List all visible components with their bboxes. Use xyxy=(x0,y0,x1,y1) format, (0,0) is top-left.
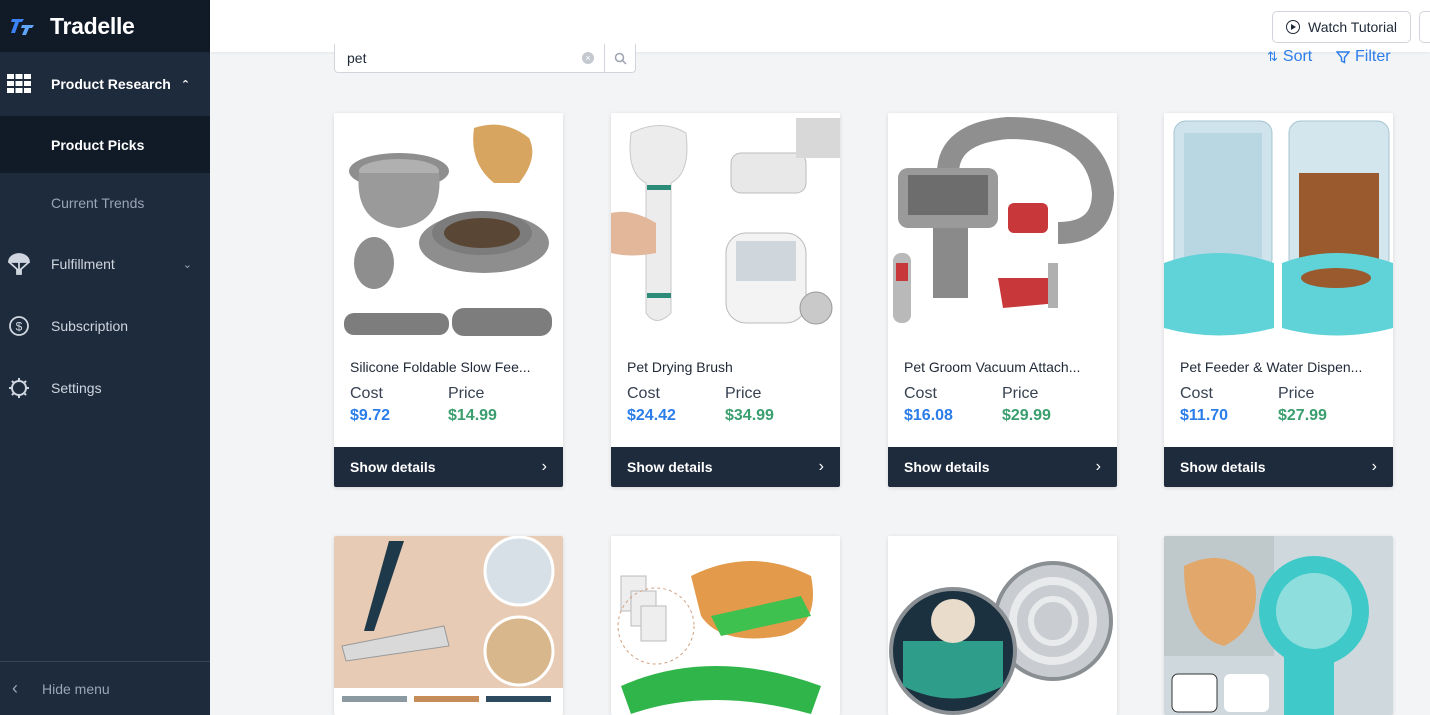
show-details-label: Show details xyxy=(904,459,990,475)
sort-button[interactable]: ⇅ Sort xyxy=(1267,48,1312,66)
nav-subscription-label: Subscription xyxy=(51,318,129,334)
price-label: Price xyxy=(1002,385,1039,402)
treat-wheel-image[interactable] xyxy=(1164,536,1393,715)
price-value: $34.99 xyxy=(725,407,774,424)
nav-settings[interactable]: Settings xyxy=(0,357,210,419)
show-details-button[interactable]: Show details › xyxy=(334,447,563,487)
sidebar: Tradelle Product Research ⌃ Product Pick… xyxy=(0,0,210,715)
product-card: Pet Groom Vacuum Attach... Cost $16.08 Pr… xyxy=(888,113,1117,487)
nav-settings-label: Settings xyxy=(51,380,102,396)
product-card: Pet Drying Brush Cost $24.42 Price $34.99 … xyxy=(611,113,840,487)
show-details-button[interactable]: Show details › xyxy=(611,447,840,487)
price-value: $14.99 xyxy=(448,407,497,424)
show-details-button[interactable]: Show details › xyxy=(888,447,1117,487)
tradelle-logo-icon xyxy=(11,19,34,35)
product-card: Silicone Foldable Slow Fee... Cost $9.72 … xyxy=(334,113,563,487)
grid-icon xyxy=(6,71,32,97)
show-details-label: Show details xyxy=(1180,459,1266,475)
flea-collar-image[interactable] xyxy=(888,536,1117,715)
nav-current-trends[interactable]: Current Trends xyxy=(0,173,210,233)
search-button[interactable] xyxy=(604,44,635,72)
product-title: Pet Drying Brush xyxy=(627,359,733,375)
price-label: Price xyxy=(448,385,485,402)
price-value: $29.99 xyxy=(1002,407,1051,424)
product-image[interactable] xyxy=(611,113,840,345)
hide-menu-button[interactable]: ‹ Hide menu xyxy=(0,661,210,715)
nav-fulfillment-label: Fulfillment xyxy=(51,256,115,272)
product-title: Pet Feeder & Water Dispen... xyxy=(1180,359,1363,375)
dollar-cycle-icon: $ xyxy=(6,313,32,339)
show-details-label: Show details xyxy=(627,459,713,475)
watch-tutorial-label: Watch Tutorial xyxy=(1308,19,1397,35)
show-details-label: Show details xyxy=(350,459,436,475)
nav-subscription[interactable]: $ Subscription xyxy=(0,295,210,357)
price-label: Price xyxy=(725,385,762,402)
search-icon xyxy=(614,52,627,65)
chevron-up-icon: ⌃ xyxy=(180,78,191,91)
product-title: Pet Groom Vacuum Attach... xyxy=(904,359,1081,375)
cost-value: $24.42 xyxy=(627,407,676,424)
cost-value: $9.72 xyxy=(350,407,391,424)
chevron-right-icon: › xyxy=(818,458,824,475)
nav-product-research-label: Product Research xyxy=(51,76,171,92)
chevron-right-icon: › xyxy=(541,458,547,475)
chevron-left-icon: ‹ xyxy=(12,678,18,698)
sort-label: Sort xyxy=(1282,48,1313,65)
show-details-button[interactable]: Show details › xyxy=(1164,447,1393,487)
cost-label: Cost xyxy=(1180,385,1213,402)
cost-label: Cost xyxy=(350,385,383,402)
product-image[interactable] xyxy=(888,113,1117,345)
product-card xyxy=(888,536,1117,715)
product-card xyxy=(1164,536,1393,715)
search-input[interactable] xyxy=(335,44,582,72)
lint-roller-image[interactable] xyxy=(334,536,563,715)
chevron-down-icon: ⌄ xyxy=(182,258,192,271)
product-image[interactable] xyxy=(1164,113,1393,345)
brand-name: Tradelle xyxy=(50,12,135,39)
chevron-right-icon: › xyxy=(1371,458,1377,475)
filter-button[interactable]: Filter xyxy=(1336,48,1391,66)
nav-product-picks[interactable]: Product Picks xyxy=(0,116,210,173)
nav-fulfillment[interactable]: Fulfillment ⌄ xyxy=(0,233,210,295)
price-value: $27.99 xyxy=(1278,407,1327,424)
gear-icon xyxy=(6,375,32,401)
product-card xyxy=(611,536,840,715)
svg-text:$: $ xyxy=(16,320,23,334)
price-label: Price xyxy=(1278,385,1315,402)
product-card: Pet Feeder & Water Dispen... Cost $11.70 … xyxy=(1164,113,1393,487)
clear-icon[interactable]: × xyxy=(582,52,594,64)
cost-label: Cost xyxy=(627,385,660,402)
filter-label: Filter xyxy=(1355,48,1391,65)
search-bar: × xyxy=(334,44,636,73)
play-icon xyxy=(1286,20,1301,34)
sort-icon: ⇅ xyxy=(1267,49,1278,64)
filter-icon xyxy=(1336,50,1350,64)
brand[interactable]: Tradelle xyxy=(0,0,210,52)
cost-label: Cost xyxy=(904,385,937,402)
product-title: Silicone Foldable Slow Fee... xyxy=(350,359,531,375)
watch-tutorial-button[interactable]: Watch Tutorial xyxy=(1272,11,1411,43)
nav-product-research[interactable]: Product Research ⌃ xyxy=(0,52,210,116)
hide-menu-label: Hide menu xyxy=(42,680,110,697)
product-image[interactable] xyxy=(334,113,563,345)
cost-value: $16.08 xyxy=(904,407,953,424)
cost-value: $11.70 xyxy=(1180,407,1229,424)
parachute-icon xyxy=(6,251,32,277)
chevron-right-icon: › xyxy=(1095,458,1101,475)
cat-fish-toy-image[interactable] xyxy=(611,536,840,715)
product-card xyxy=(334,536,563,715)
topbar-extra-button[interactable] xyxy=(1419,11,1430,43)
